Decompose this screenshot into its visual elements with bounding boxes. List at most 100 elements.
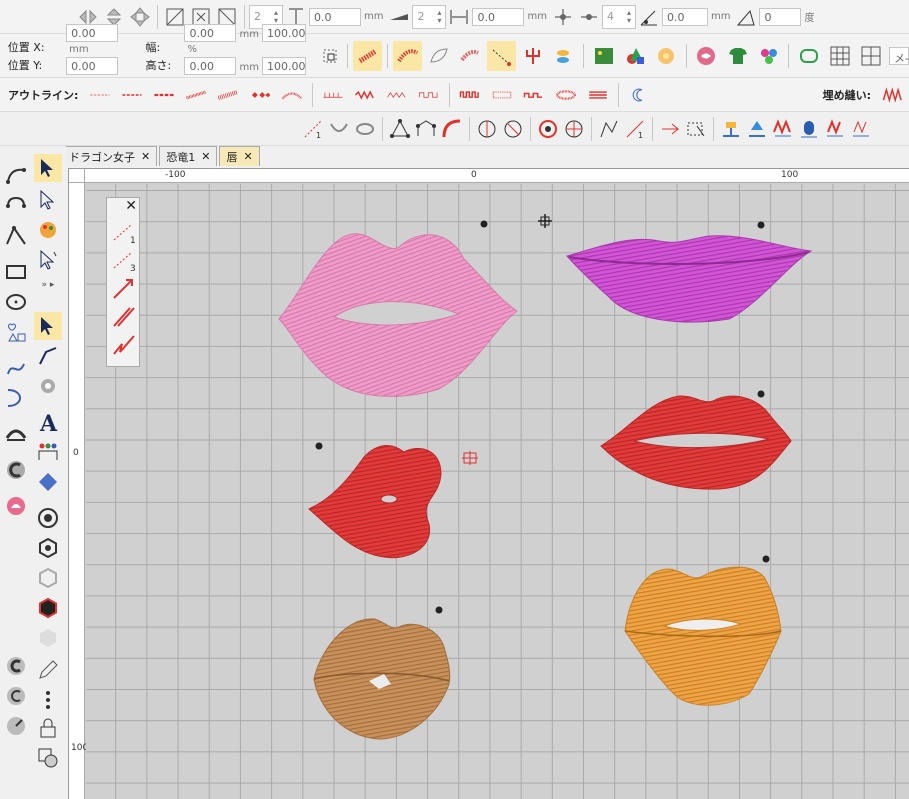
close-icon[interactable]: ✕ bbox=[201, 150, 210, 163]
outline-fill-icon[interactable] bbox=[487, 83, 517, 107]
select-nodes-icon[interactable] bbox=[684, 117, 708, 141]
tan-lips-design[interactable] bbox=[313, 618, 451, 740]
outline-satin-icon[interactable] bbox=[213, 83, 243, 107]
zigzag-arrow-icon[interactable] bbox=[771, 117, 795, 141]
skew-icon[interactable] bbox=[163, 5, 187, 29]
outline-stack-icon[interactable] bbox=[583, 83, 613, 107]
bowl-icon[interactable] bbox=[353, 117, 377, 141]
line-1-tool-icon[interactable]: 1 bbox=[110, 220, 138, 246]
wheel-icon[interactable] bbox=[536, 117, 560, 141]
tab-lips[interactable]: 唇 ✕ bbox=[219, 146, 260, 166]
shapes-icon[interactable] bbox=[621, 41, 650, 71]
trident-icon[interactable] bbox=[518, 41, 547, 71]
hexagon-icon[interactable] bbox=[34, 534, 62, 562]
width-field[interactable]: 0.00 bbox=[184, 23, 237, 42]
image-icon[interactable] bbox=[589, 41, 618, 71]
color-balls-icon[interactable] bbox=[754, 41, 783, 71]
outline-bold-icon[interactable] bbox=[149, 83, 179, 107]
outline-rings-icon[interactable] bbox=[551, 83, 581, 107]
pos-x-field[interactable]: 0.00 bbox=[66, 23, 119, 42]
ellipse-icon[interactable] bbox=[2, 288, 30, 316]
eyedropper-icon[interactable] bbox=[34, 372, 62, 400]
tab-dragon-girl[interactable]: ドラゴン女子 ✕ bbox=[62, 146, 158, 166]
outline-zig-icon[interactable] bbox=[181, 83, 211, 107]
lips-icon[interactable] bbox=[2, 492, 30, 520]
node-minus-icon[interactable] bbox=[577, 5, 601, 29]
people-icon[interactable] bbox=[34, 438, 62, 466]
target-icon[interactable] bbox=[34, 504, 62, 532]
capsule-icon[interactable] bbox=[797, 117, 821, 141]
orange-lips-design[interactable] bbox=[624, 566, 782, 706]
node-path-icon[interactable] bbox=[597, 117, 621, 141]
start-point[interactable] bbox=[757, 390, 765, 398]
palette-icon[interactable] bbox=[34, 216, 62, 244]
start-point[interactable] bbox=[315, 442, 323, 450]
rectangle-icon[interactable] bbox=[2, 258, 30, 286]
satin-stitch-icon[interactable] bbox=[353, 40, 383, 71]
node-bend-icon[interactable] bbox=[440, 117, 464, 141]
shapes-icon[interactable] bbox=[2, 318, 30, 346]
design-canvas[interactable]: -100 0 100 0 100 ✕ 1 3 bbox=[68, 168, 909, 799]
hexagon-grey-icon[interactable] bbox=[34, 624, 62, 652]
outline-dash-icon[interactable] bbox=[85, 83, 115, 107]
spiral-icon[interactable] bbox=[34, 564, 62, 592]
stitch-arrow2-icon[interactable] bbox=[849, 117, 873, 141]
stitch-c3-icon[interactable] bbox=[2, 712, 30, 740]
lock-icon[interactable] bbox=[34, 714, 62, 742]
pink-lips-design[interactable] bbox=[278, 233, 518, 397]
red-kiss-lips-design[interactable] bbox=[308, 445, 442, 559]
outline-wave-icon[interactable] bbox=[350, 83, 380, 107]
outline-diamond-icon[interactable] bbox=[245, 83, 275, 107]
start-point[interactable] bbox=[757, 221, 765, 229]
bezier-curve-icon[interactable] bbox=[2, 162, 30, 190]
fish-icon[interactable] bbox=[549, 41, 578, 71]
outline-zigzag-icon[interactable] bbox=[382, 83, 412, 107]
node-triangle-icon[interactable] bbox=[388, 117, 412, 141]
value-field-3[interactable]: 0.0 bbox=[661, 7, 708, 26]
close-icon[interactable]: ✕ bbox=[125, 198, 137, 214]
line-count-icon[interactable]: 1 bbox=[623, 117, 647, 141]
wheel2-icon[interactable] bbox=[562, 117, 586, 141]
outline-bars-icon[interactable] bbox=[318, 83, 348, 107]
value-field-4[interactable]: 0 bbox=[759, 7, 802, 26]
pos-y-field[interactable]: 0.00 bbox=[66, 56, 119, 75]
node-edit-icon[interactable] bbox=[2, 222, 30, 250]
lock-ratio-icon[interactable] bbox=[319, 44, 342, 68]
double-line-tool-icon[interactable] bbox=[110, 304, 138, 330]
magic-pointer-icon[interactable] bbox=[34, 246, 62, 274]
bezier-closed-icon[interactable] bbox=[2, 192, 30, 220]
letter-a-icon[interactable]: A bbox=[34, 408, 62, 436]
height-field[interactable]: 0.00 bbox=[184, 56, 237, 75]
tree-icon[interactable] bbox=[745, 117, 769, 141]
spin-2[interactable]: 2 bbox=[412, 4, 447, 29]
bridge-icon[interactable] bbox=[719, 117, 743, 141]
red-lips-design[interactable] bbox=[600, 395, 792, 490]
tshirt-icon[interactable] bbox=[723, 41, 752, 71]
me-field[interactable]: メ- bbox=[888, 46, 909, 65]
node-circle2-icon[interactable] bbox=[501, 117, 525, 141]
run-icon[interactable] bbox=[486, 40, 516, 71]
close-icon[interactable]: ✕ bbox=[243, 150, 252, 163]
pointer-dotted-icon[interactable] bbox=[34, 186, 62, 214]
outline-steps-icon[interactable] bbox=[519, 83, 549, 107]
line-3-tool-icon[interactable]: 3 bbox=[110, 248, 138, 274]
curve-tool-icon[interactable] bbox=[2, 384, 30, 412]
start-point[interactable] bbox=[762, 555, 770, 563]
node-plus-icon[interactable] bbox=[551, 5, 575, 29]
stitch-c-icon[interactable] bbox=[2, 652, 30, 680]
more-tools-icon[interactable]: » ▸ bbox=[36, 278, 60, 292]
pencil-icon[interactable] bbox=[34, 656, 62, 684]
zigzag-tool-icon[interactable] bbox=[110, 332, 138, 358]
crescent-icon[interactable] bbox=[624, 83, 654, 107]
flower-icon[interactable] bbox=[652, 41, 681, 71]
stitch-arrow-icon[interactable] bbox=[823, 117, 847, 141]
lips-icon[interactable] bbox=[692, 41, 721, 71]
outline-wave2-icon[interactable] bbox=[455, 83, 485, 107]
arrow-flag-icon[interactable] bbox=[658, 117, 682, 141]
fill-zig-icon[interactable] bbox=[878, 83, 908, 107]
tab-dinosaur[interactable]: 恐竜1 ✕ bbox=[159, 146, 218, 166]
layers-icon[interactable] bbox=[34, 744, 62, 772]
fill-stitch-icon[interactable] bbox=[393, 40, 423, 71]
height-pct-field[interactable]: 100.00 bbox=[261, 56, 306, 75]
stitch-c2-icon[interactable] bbox=[2, 682, 30, 710]
